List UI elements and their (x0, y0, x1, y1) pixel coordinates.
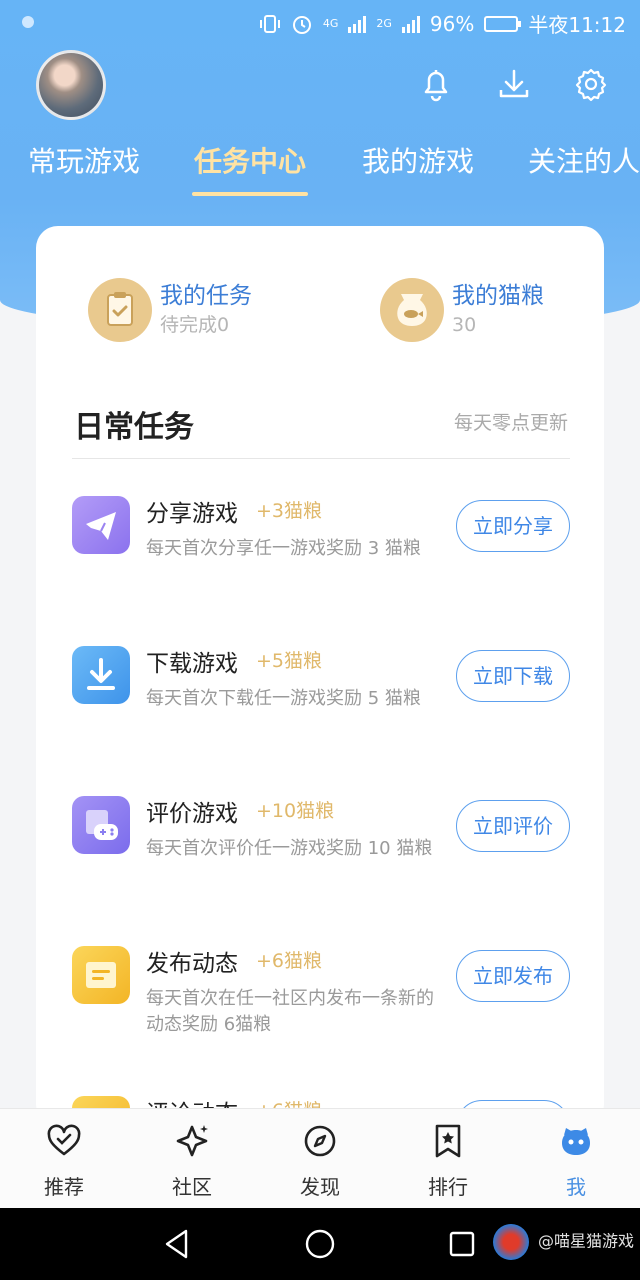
tab-following[interactable]: 关注的人 (528, 140, 640, 180)
my-tasks-pending: 待完成0 (160, 314, 230, 336)
task-description: 每天首次下载任一游戏奖励 5 猫粮 (146, 688, 421, 709)
tabbar-item-discover[interactable]: 发现 (270, 1121, 370, 1200)
task-title: 评价游戏 (146, 801, 238, 827)
download-arrow-icon (72, 646, 130, 704)
task-item: 发布动态 +6猫粮 每天首次在任一社区内发布一条新的动态奖励 6猫粮 立即发布 (70, 946, 570, 1076)
task-reward: +6猫粮 (256, 950, 323, 972)
tabbar-item-ranking[interactable]: 排行 (398, 1121, 498, 1200)
network-4g-label: 4G (322, 17, 339, 30)
tabbar-label: 我 (566, 1175, 586, 1199)
task-title: 下载游戏 (146, 651, 238, 677)
signal-icon (348, 15, 367, 33)
tabbar-item-community[interactable]: 社区 (142, 1121, 242, 1200)
bookmark-star-icon (435, 1124, 461, 1158)
share-now-button[interactable]: 立即分享 (456, 500, 570, 552)
my-food-summary[interactable]: 我的猫粮 30 (380, 278, 544, 342)
my-tasks-title: 我的任务 (160, 283, 252, 309)
clock: 半夜11:12 (528, 13, 626, 37)
active-tab-underline (192, 192, 308, 196)
task-reward: +5猫粮 (256, 650, 323, 672)
notification-dot-icon (22, 16, 34, 28)
document-icon (72, 946, 130, 1004)
divider (72, 458, 570, 459)
my-food-title: 我的猫粮 (452, 283, 544, 309)
bottom-tab-bar: 推荐 社区 发现 排行 我 (0, 1108, 640, 1208)
vibrate-icon (259, 14, 280, 33)
food-bag-icon (380, 278, 444, 342)
task-item: 评价游戏 +10猫粮 每天首次评价任一游戏奖励 10 猫粮 立即评价 (70, 796, 570, 926)
gamepad-review-icon (72, 796, 130, 854)
tabbar-label: 推荐 (44, 1175, 84, 1199)
download-now-button[interactable]: 立即下载 (456, 650, 570, 702)
daily-tasks-title: 日常任务 (74, 410, 194, 445)
tabbar-item-recommend[interactable]: 推荐 (14, 1121, 114, 1200)
avatar[interactable] (36, 50, 106, 120)
watermark-handle: @喵星猫游戏 (537, 1231, 634, 1251)
task-item: 分享游戏 +3猫粮 每天首次分享任一游戏奖励 3 猫粮 立即分享 (70, 496, 570, 626)
download-icon[interactable] (496, 66, 532, 102)
review-now-button[interactable]: 立即评价 (456, 800, 570, 852)
home-icon[interactable] (304, 1228, 336, 1260)
tab-frequent-games[interactable]: 常玩游戏 (28, 140, 140, 180)
task-item: 下载游戏 +5猫粮 每天首次下载任一游戏奖励 5 猫粮 立即下载 (70, 646, 570, 776)
task-card: 我的任务 待完成0 我的猫粮 30 日常任务 每天零点更新 分享游戏 +3猫粮 … (36, 226, 604, 1154)
my-tasks-summary[interactable]: 我的任务 待完成0 (88, 278, 252, 342)
task-reward: +10猫粮 (256, 800, 335, 822)
network-2g-label: 2G (376, 17, 392, 30)
task-reward: +3猫粮 (256, 500, 323, 522)
paper-plane-icon (72, 496, 130, 554)
signal-icon-2 (401, 15, 420, 33)
tabbar-label: 排行 (428, 1175, 468, 1199)
tab-my-games[interactable]: 我的游戏 (362, 140, 474, 180)
post-now-button[interactable]: 立即发布 (456, 950, 570, 1002)
watermark: @喵星猫游戏 (492, 1224, 634, 1260)
status-bar: 4G 2G 96% 半夜11:12 (0, 0, 640, 44)
tabbar-label: 社区 (172, 1175, 212, 1199)
header-tabs: 常玩游戏 任务中心 我的游戏 关注的人 (0, 140, 640, 200)
my-food-count: 30 (452, 314, 477, 336)
cat-face-icon (562, 1128, 590, 1155)
tab-task-center[interactable]: 任务中心 (194, 140, 306, 180)
task-description: 每天首次评价任一游戏奖励 10 猫粮 (146, 838, 433, 859)
tabbar-label: 发现 (300, 1175, 340, 1199)
task-title: 分享游戏 (146, 501, 238, 527)
clipboard-check-icon (88, 278, 152, 342)
tabbar-item-me[interactable]: 我 (526, 1121, 626, 1200)
daily-refresh-note: 每天零点更新 (453, 412, 568, 434)
battery-percent: 96% (429, 11, 475, 36)
alarm-icon (292, 15, 311, 34)
task-title: 发布动态 (146, 951, 238, 977)
heart-icon (47, 1124, 81, 1156)
back-icon[interactable] (162, 1228, 192, 1260)
watermark-logo-icon (492, 1224, 529, 1260)
bell-icon[interactable] (418, 66, 454, 102)
recents-icon[interactable] (448, 1230, 476, 1258)
sparkle-icon (176, 1125, 208, 1157)
gear-icon[interactable] (573, 66, 609, 102)
task-description: 每天首次在任一社区内发布一条新的动态奖励 6猫粮 (146, 988, 434, 1035)
compass-icon (304, 1125, 336, 1157)
status-right: 4G 2G 96% 半夜11:12 (259, 9, 626, 38)
task-description: 每天首次分享任一游戏奖励 3 猫粮 (146, 538, 421, 559)
system-nav-bar: @喵星猫游戏 (0, 1208, 640, 1280)
battery-icon (484, 15, 522, 32)
